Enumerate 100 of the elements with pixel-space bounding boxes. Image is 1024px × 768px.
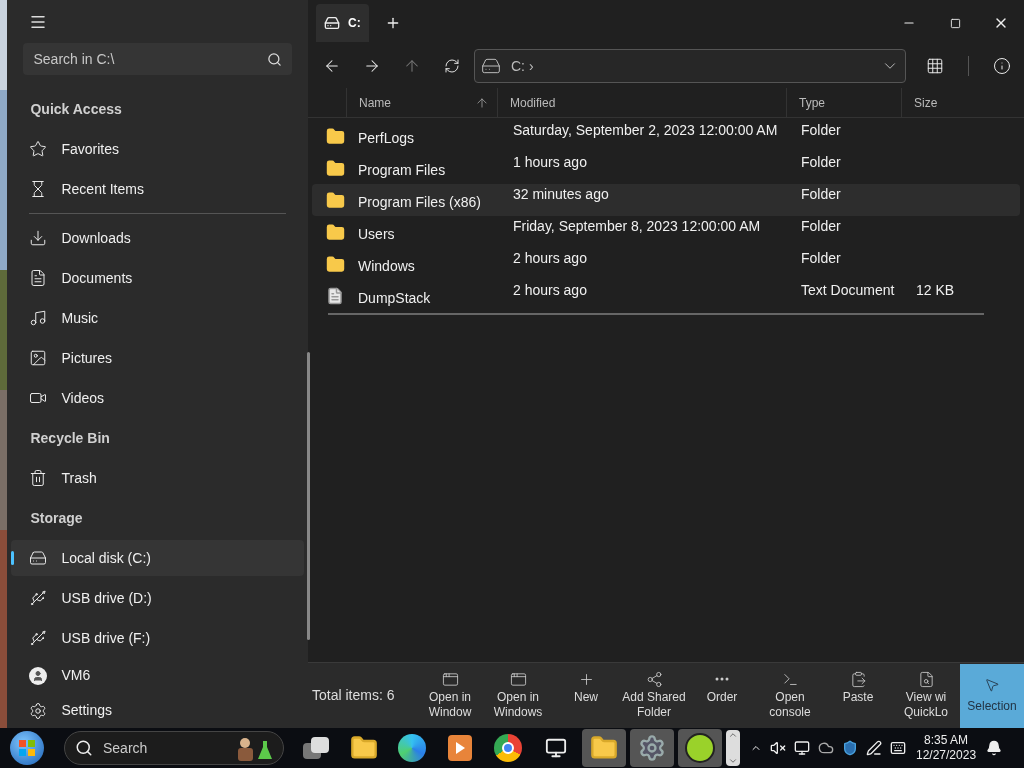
scroll-arrows[interactable] — [726, 730, 740, 766]
command-button[interactable]: Open in Windows — [484, 664, 552, 727]
search-icon — [75, 739, 93, 757]
sidebar-item[interactable]: USB drive (F:) — [11, 620, 304, 656]
command-button[interactable]: Paste — [824, 664, 892, 727]
sidebar-item[interactable]: Documents — [11, 260, 304, 296]
file-name: Program Files — [358, 161, 447, 180]
trash-icon — [29, 469, 48, 487]
file-row[interactable]: DumpStack 2 hours ago Text Document 12 KB — [312, 280, 1020, 312]
command-button[interactable]: Open console — [756, 664, 824, 727]
document-icon — [29, 269, 48, 287]
sidebar-item[interactable]: Videos — [11, 380, 304, 416]
search-icon — [267, 51, 282, 67]
file-name: DumpStack — [358, 289, 432, 308]
refresh-icon — [444, 58, 460, 74]
file-row[interactable]: Program Files (x86) 32 minutes ago Folder — [312, 184, 1020, 216]
keyboard-icon[interactable] — [890, 740, 906, 756]
command-button[interactable]: View wi QuickLo — [892, 664, 960, 727]
tab[interactable]: C: — [316, 4, 369, 42]
column-header[interactable]: Type — [786, 88, 901, 117]
sidebar-item[interactable]: Local disk (C:) — [11, 540, 304, 576]
pen-icon[interactable] — [866, 740, 882, 756]
up-icon — [403, 57, 421, 75]
document-icon — [326, 287, 344, 305]
modified-date: 32 minutes ago — [513, 185, 610, 204]
more-icon — [715, 677, 729, 681]
paste-icon — [849, 670, 867, 688]
sidebar-item[interactable]: Favorites — [11, 131, 304, 167]
section-heading: Recycle Bin — [29, 428, 111, 448]
sidebar-item[interactable]: Trash — [11, 460, 304, 496]
usb-drive-icon — [29, 629, 48, 647]
drive-icon — [481, 56, 501, 76]
start-button[interactable] — [10, 731, 44, 765]
folder-icon — [326, 254, 345, 274]
file-row[interactable]: Program Files 1 hours ago Folder — [312, 152, 1020, 184]
file-type: Folder — [801, 249, 842, 268]
folder-icon — [326, 190, 345, 210]
folder-icon — [326, 158, 345, 178]
modified-date: Friday, September 8, 2023 12:00:00 AM — [513, 217, 762, 236]
file-name: PerfLogs — [358, 129, 416, 148]
column-header[interactable]: Name — [346, 88, 497, 117]
image-icon — [29, 349, 48, 367]
shield-icon[interactable] — [842, 740, 858, 756]
scrollbar[interactable] — [307, 352, 310, 640]
sidebar-item[interactable]: USB drive (D:) — [11, 580, 304, 616]
address-bar[interactable]: C: › — [474, 49, 906, 83]
file-type: Folder — [801, 121, 842, 140]
sidebar-item[interactable]: Pictures — [11, 340, 304, 376]
settings-item[interactable]: Settings — [11, 693, 304, 728]
music-icon — [29, 309, 48, 327]
command-button[interactable]: Open in Window — [416, 664, 484, 727]
taskbar-search[interactable]: Search — [103, 737, 223, 759]
modified-date: 2 hours ago — [513, 281, 588, 300]
file-name: Users — [358, 225, 396, 244]
sort-icon — [475, 95, 489, 110]
selection-button[interactable]: Selection — [960, 663, 1024, 728]
sidebar-item[interactable]: Downloads — [11, 220, 304, 256]
usb-drive-icon — [29, 589, 48, 607]
file-name: Program Files (x86) — [358, 193, 482, 212]
restore-icon — [949, 17, 961, 29]
taskbar-search-box[interactable]: Search — [64, 731, 284, 765]
info-icon — [993, 57, 1011, 75]
star-icon — [29, 140, 48, 158]
sidebar-item[interactable]: Recent Items — [11, 171, 304, 207]
modified-date: 2 hours ago — [513, 249, 588, 268]
notification-icon[interactable] — [986, 740, 1003, 756]
speaker-icon[interactable] — [770, 740, 786, 756]
file-row[interactable]: PerfLogs Saturday, September 2, 2023 12:00:00 AM Folder — [312, 120, 1020, 152]
modified-date: 1 hours ago — [513, 153, 588, 172]
download-icon — [29, 229, 48, 247]
drive-icon — [324, 15, 340, 31]
sidebar-item[interactable]: Music — [11, 300, 304, 336]
file-row[interactable]: Windows 2 hours ago Folder — [312, 248, 1020, 280]
file-row[interactable]: Users Friday, September 8, 2023 12:00:00 AM Folder — [312, 216, 1020, 248]
column-header[interactable]: Modified — [497, 88, 786, 117]
avatar-icon — [29, 666, 48, 685]
settings-icon — [29, 701, 48, 720]
window-icon — [509, 670, 527, 688]
column-header[interactable]: Size — [901, 88, 991, 117]
command-button[interactable]: New — [552, 664, 620, 727]
section-heading: Storage — [29, 508, 84, 528]
folder-icon — [326, 222, 345, 242]
back-icon — [323, 57, 341, 75]
section-heading: Quick Access — [29, 99, 123, 119]
account-item[interactable]: VM6 — [11, 658, 304, 693]
clock[interactable]: 8:35 AM 12/27/2023 — [916, 733, 977, 763]
file-type: Folder — [801, 185, 842, 204]
cloud-icon[interactable] — [818, 740, 834, 756]
quicklook-icon — [917, 670, 935, 688]
window-icon — [441, 670, 459, 688]
folder-icon — [326, 126, 345, 146]
windows-logo-icon — [18, 739, 36, 757]
command-button[interactable]: Order — [688, 664, 756, 727]
modified-date: Saturday, September 2, 2023 12:00:00 AM — [513, 121, 779, 140]
file-type: Folder — [801, 217, 842, 236]
grid-icon — [926, 57, 944, 75]
file-size: 12 KB — [916, 281, 955, 300]
command-button[interactable]: Add Shared Folder — [620, 664, 688, 727]
total-items: Total items: 6 — [311, 686, 396, 705]
file-name: Windows — [358, 257, 416, 276]
